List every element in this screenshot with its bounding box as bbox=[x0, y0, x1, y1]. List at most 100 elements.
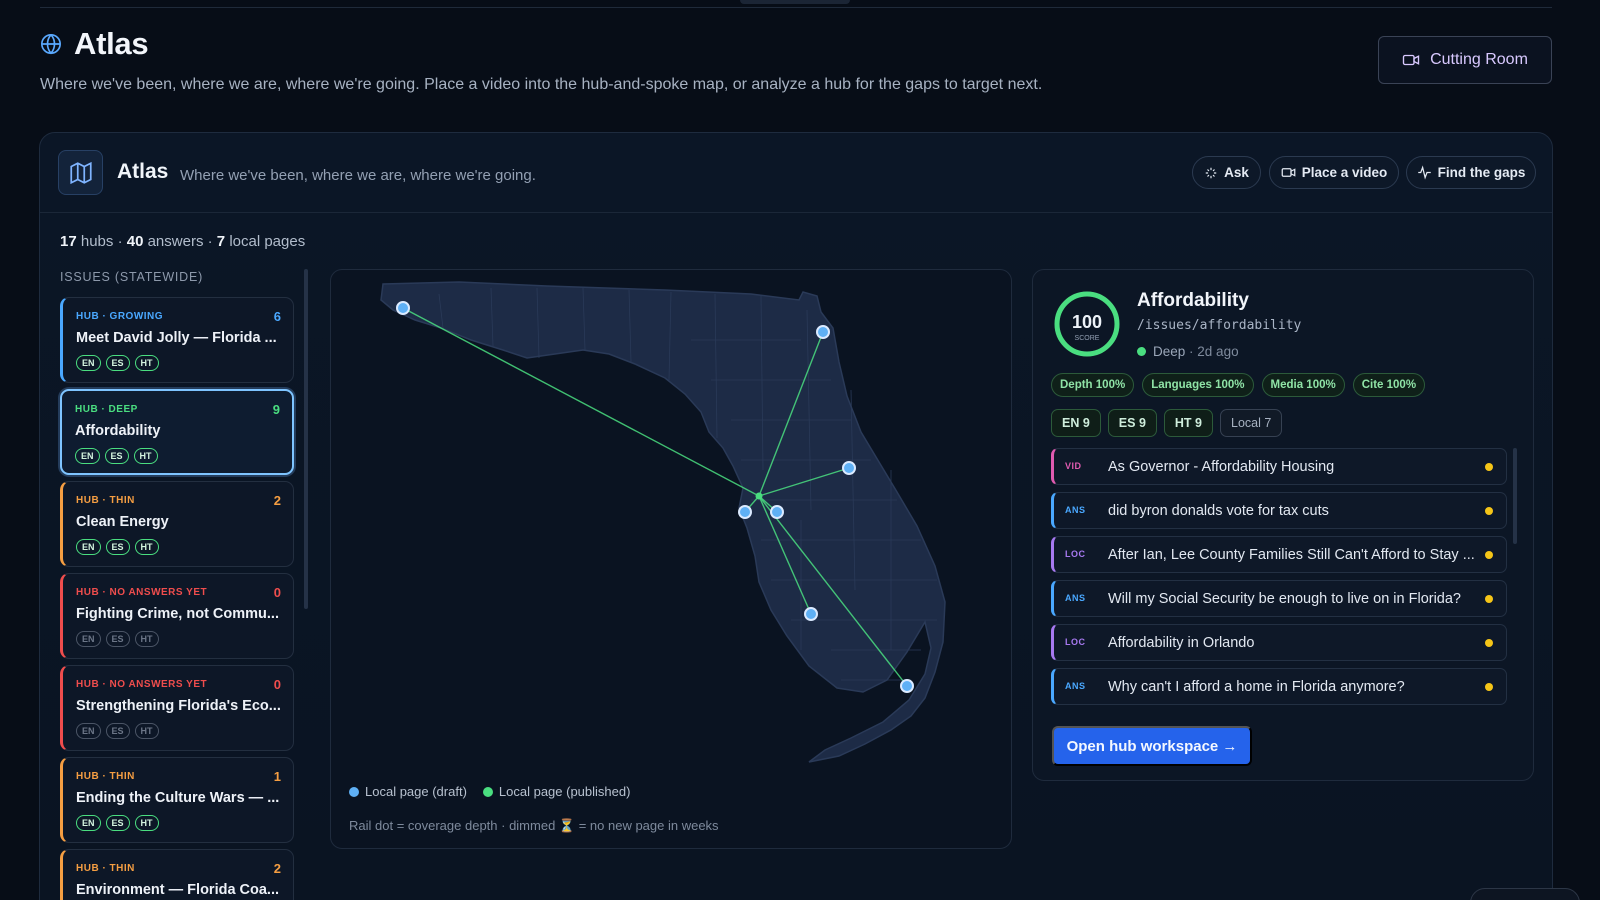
find-gaps-label: Find the gaps bbox=[1437, 165, 1526, 180]
legend-published-dot bbox=[482, 787, 493, 797]
cutting-room-button[interactable]: Cutting Room bbox=[1378, 36, 1552, 84]
hub-langs: EN ES HT bbox=[76, 539, 159, 555]
lang-chip: ES bbox=[105, 539, 130, 555]
page-header: Atlas Where we've been, where we are, wh… bbox=[40, 26, 1042, 94]
item-type-tag: ANS bbox=[1065, 505, 1086, 515]
hub-card[interactable]: HUB · THIN2Environment — Florida Coa...E… bbox=[60, 849, 294, 900]
hub-name: Ending the Culture Wars — ... bbox=[76, 790, 280, 806]
hub-meta: HUB · THIN bbox=[76, 863, 135, 874]
lang-chip: ES bbox=[105, 355, 130, 371]
hub-center-dot[interactable] bbox=[755, 492, 763, 500]
atlas-panel: Atlas Where we've been, where we are, wh… bbox=[39, 132, 1553, 900]
open-hub-workspace-button[interactable]: Open hub workspace → bbox=[1052, 726, 1252, 766]
status-dot bbox=[1485, 595, 1493, 603]
hub-count: 9 bbox=[272, 402, 280, 417]
panel-subtitle: Where we've been, where we are, where we… bbox=[180, 167, 536, 184]
hub-count: 1 bbox=[273, 769, 281, 784]
hub-card[interactable]: HUB · NO ANSWERS YET 0 Fighting Crime, not… bbox=[60, 573, 294, 659]
lang-count-es[interactable]: ES 9 bbox=[1107, 409, 1157, 437]
corner-floating-button[interactable] bbox=[1470, 888, 1580, 900]
place-video-button[interactable]: Place a video bbox=[1269, 156, 1399, 189]
cutting-room-label: Cutting Room bbox=[1430, 51, 1528, 68]
map-badge bbox=[58, 150, 103, 195]
hub-name: Strengthening Florida's Eco... bbox=[76, 698, 281, 714]
item-type-tag: LOC bbox=[1065, 637, 1086, 647]
hub-item-list: VID As Governor - Affordability Housing AN… bbox=[1051, 448, 1507, 710]
lang-chip: EN bbox=[76, 631, 101, 647]
panel-title: Atlas bbox=[117, 160, 169, 183]
hub-item[interactable]: ANS Will my Social Security be enough to … bbox=[1051, 580, 1507, 617]
lang-chip: EN bbox=[76, 815, 101, 831]
lang-chip: ES bbox=[105, 631, 130, 647]
item-type-tag: LOC bbox=[1065, 549, 1086, 559]
lang-chip: EN bbox=[76, 539, 101, 555]
lang-chip: ES bbox=[104, 448, 129, 464]
hub-name: Environment — Florida Coa... bbox=[76, 882, 280, 898]
lang-chip: HT bbox=[133, 448, 158, 464]
item-type-tag: ANS bbox=[1065, 681, 1086, 691]
map-legend: Local page (draft) Local page (published… bbox=[349, 784, 630, 799]
hub-meta: HUB · NO ANSWERS YET bbox=[76, 587, 208, 598]
local-page-dot[interactable] bbox=[396, 301, 410, 315]
place-video-label: Place a video bbox=[1301, 165, 1388, 180]
status-text: Deep bbox=[1153, 344, 1186, 359]
lang-chip: EN bbox=[76, 355, 101, 371]
local-count-chip[interactable]: Local 7 bbox=[1220, 409, 1283, 437]
lang-chip: HT bbox=[134, 815, 159, 831]
score-ring: 100 SCORE bbox=[1054, 291, 1120, 357]
hub-card[interactable]: HUB · GROWING 6 Meet David Jolly — Florida… bbox=[60, 297, 294, 383]
hub-card[interactable]: HUB · NO ANSWERS YET 0 Strengthening Flori… bbox=[60, 665, 294, 751]
hub-item[interactable]: LOC After Ian, Lee County Families Still … bbox=[1051, 536, 1507, 573]
lang-count-ht[interactable]: HT 9 bbox=[1163, 409, 1213, 437]
hub-detail: 100 SCORE Affordability /issues/affordab… bbox=[1032, 269, 1534, 781]
lang-chip: HT bbox=[134, 723, 159, 739]
find-gaps-button[interactable]: Find the gaps bbox=[1406, 156, 1536, 189]
hub-card[interactable]: HUB · THIN 2 Clean Energy EN ES HT bbox=[60, 481, 294, 567]
hub-item[interactable]: ANS did byron donalds vote for tax cuts bbox=[1051, 492, 1507, 529]
ask-label: Ask bbox=[1224, 165, 1249, 180]
hub-card[interactable]: HUB · THIN 1 Ending the Culture Wars — ...… bbox=[60, 757, 294, 843]
local-label: local pages bbox=[229, 233, 306, 250]
score-label: SCORE bbox=[1075, 335, 1100, 342]
hub-item[interactable]: LOC Affordability in Orlando bbox=[1051, 624, 1507, 661]
lang-chip: ES bbox=[105, 723, 130, 739]
status-dot bbox=[1485, 551, 1493, 559]
hub-path[interactable]: /issues/affordability bbox=[1137, 318, 1301, 333]
local-page-dot[interactable] bbox=[900, 679, 914, 693]
lang-count-row: EN 9 ES 9 HT 9 Local 7 bbox=[1051, 409, 1283, 437]
local-page-dot[interactable] bbox=[770, 505, 784, 519]
answers-label: answers bbox=[147, 233, 204, 250]
panel-header: Atlas Where we've been, where we are, wh… bbox=[40, 133, 1552, 213]
ask-button[interactable]: Ask bbox=[1192, 156, 1261, 189]
page-subtitle: Where we've been, where we are, where we… bbox=[40, 76, 1043, 93]
hub-item[interactable]: ANS Why can't I afford a home in Florida … bbox=[1051, 668, 1507, 705]
lang-chip: HT bbox=[134, 539, 159, 555]
pulse-icon bbox=[1417, 165, 1431, 180]
item-list-scrollbar[interactable] bbox=[1513, 448, 1517, 544]
legend-published-label: Local page (published) bbox=[498, 784, 631, 799]
local-page-dot[interactable] bbox=[804, 607, 818, 621]
hub-name: Clean Energy bbox=[76, 514, 169, 530]
item-title: Why can't I afford a home in Florida any… bbox=[1108, 679, 1405, 695]
video-icon bbox=[1281, 168, 1296, 177]
item-title: did byron donalds vote for tax cuts bbox=[1108, 503, 1329, 519]
lang-count-en[interactable]: EN 9 bbox=[1051, 409, 1101, 437]
hub-list-scrollbar[interactable] bbox=[304, 269, 308, 609]
sparkle-icon bbox=[1205, 167, 1217, 178]
hub-item[interactable]: VID As Governor - Affordability Housing bbox=[1051, 448, 1507, 485]
local-page-dot[interactable] bbox=[738, 505, 752, 519]
item-title: After Ian, Lee County Families Still Can… bbox=[1108, 547, 1475, 563]
globe-icon bbox=[41, 34, 61, 55]
video-camera-icon bbox=[1402, 54, 1420, 66]
legend-draft: Local page (draft) bbox=[349, 784, 467, 799]
top-tab-handle[interactable] bbox=[740, 0, 850, 4]
local-page-dot[interactable] bbox=[842, 461, 856, 475]
local-page-dot[interactable] bbox=[816, 325, 830, 339]
florida-map: Local page (draft) Local page (published… bbox=[330, 269, 1012, 849]
lang-chip: HT bbox=[134, 355, 159, 371]
answers-count: 40 bbox=[126, 233, 144, 250]
metric-chip: Cite 100% bbox=[1352, 373, 1426, 397]
hub-name: Fighting Crime, not Commu... bbox=[76, 606, 279, 622]
lang-chip: ES bbox=[105, 815, 130, 831]
hub-card[interactable]: HUB · DEEP 9 Affordability EN ES HT bbox=[60, 389, 294, 475]
